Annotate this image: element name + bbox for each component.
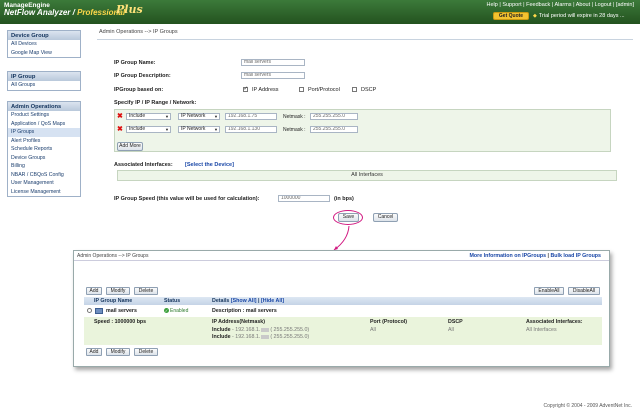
separator: | — [547, 253, 549, 259]
redacted-octet — [261, 334, 270, 339]
col-status: Status — [164, 298, 181, 304]
hide-all-link[interactable]: [Hide All] — [261, 298, 284, 304]
group-icon — [95, 308, 103, 314]
group-description: Description : mail servers — [212, 308, 277, 314]
bulk-load-link[interactable]: Bulk load IP Groups — [550, 253, 601, 259]
ip-groups-list-panel: Admin Operations --> IP Groups More Info… — [73, 250, 610, 367]
col-name: IP Group Name — [94, 298, 133, 304]
enable-all-button[interactable]: EnableAll — [534, 287, 564, 295]
assoc-column-header: Associated Interfaces: — [526, 319, 583, 325]
ip-column-header: IP Address(Netmask) — [212, 319, 265, 325]
dscp-column-header: DSCP — [448, 319, 463, 325]
status-badge[interactable]: ✓ Enabled — [164, 308, 188, 314]
panel-header: Admin Operations --> IP Groups More Info… — [74, 251, 609, 261]
panel-links: More Information on IPGroups | Bulk load… — [470, 253, 602, 259]
copyright: Copyright © 2004 - 2009 AdventNet Inc. — [543, 403, 632, 409]
modify-button[interactable]: Modify — [106, 287, 130, 295]
more-info-link[interactable]: More Information on IPGroups — [470, 253, 547, 259]
speed-value: Speed : 1000000 bps — [94, 319, 147, 325]
assoc-value: All Interfaces — [526, 327, 557, 333]
port-column-header: Port (Protocol) — [370, 319, 408, 325]
show-all-link[interactable]: [Show All] — [231, 298, 257, 304]
row-detail: Speed : 1000000 bps IP Address(Netmask) … — [84, 317, 602, 345]
row-select-radio[interactable] — [87, 308, 92, 313]
port-value: All — [370, 327, 376, 333]
disable-all-button[interactable]: DisableAll — [568, 287, 600, 295]
delete-button[interactable]: Delete — [134, 287, 158, 295]
include-entry: Include - 192.168.1.( 255.255.255.0) — [212, 334, 310, 340]
add-button-bottom[interactable]: Add — [86, 348, 102, 356]
panel-breadcrumb: Admin Operations --> IP Groups — [77, 253, 149, 259]
group-name: mail servers — [106, 308, 137, 314]
table-header: IP Group Name Status Details [Show All] … — [84, 297, 602, 305]
add-button[interactable]: Add — [86, 287, 102, 295]
redacted-octet — [261, 327, 270, 332]
col-details: Details [Show All] | [Hide All] — [212, 298, 285, 304]
check-icon: ✓ — [164, 308, 169, 313]
modify-button-bottom[interactable]: Modify — [106, 348, 130, 356]
include-entry: Include - 192.168.1.( 255.255.255.0) — [212, 327, 310, 333]
dscp-value: All — [448, 327, 454, 333]
delete-button-bottom[interactable]: Delete — [134, 348, 158, 356]
table-row[interactable]: mail servers ✓ Enabled Description : mail… — [84, 306, 602, 316]
